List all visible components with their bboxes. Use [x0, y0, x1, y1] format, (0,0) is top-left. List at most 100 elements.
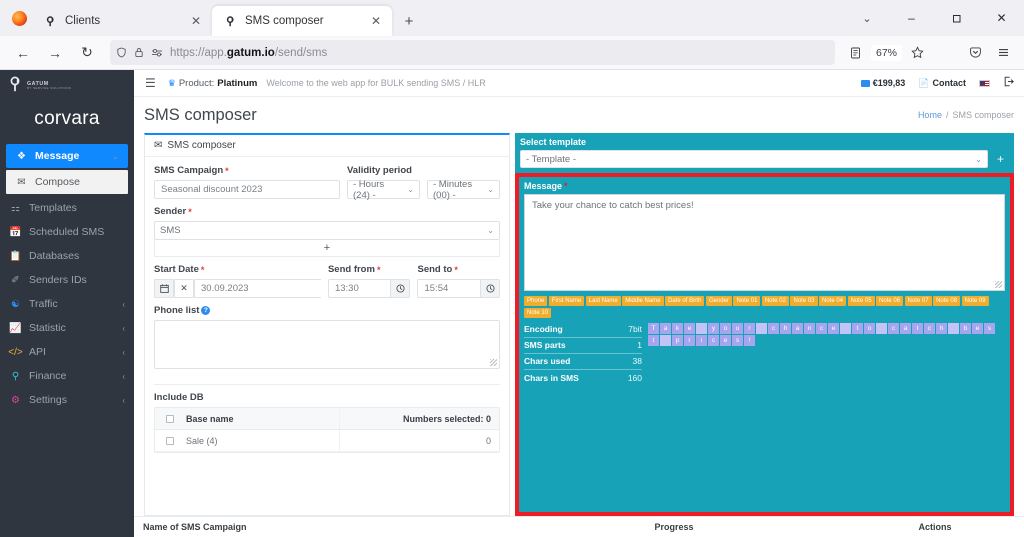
app-logo[interactable]: GATUM BY SERVICE SOLUTIONS [0, 70, 134, 98]
send-to-label: Send to* [417, 264, 500, 275]
logo-tagline: BY SERVICE SOLUTIONS [27, 87, 71, 90]
sidebar-item-databases[interactable]: 📋Databases [0, 244, 134, 268]
welcome-text: Welcome to the web app for BULK sending … [266, 78, 485, 88]
minimize-button[interactable]: – [889, 0, 934, 36]
contact-button[interactable]: 📄 Contact [918, 78, 966, 89]
add-sender-button[interactable]: + [154, 240, 500, 257]
breadcrumb: Home / SMS composer [918, 110, 1014, 120]
variable-tag[interactable]: Gender [706, 296, 732, 306]
variable-tag[interactable]: Note 07 [905, 296, 932, 306]
breadcrumb-current: SMS composer [952, 110, 1014, 120]
variable-tag[interactable]: Middle Name [622, 296, 663, 306]
navigation-toolbar: ← → ↻ https://app.gatum.io/send/sms 67% [0, 36, 1024, 70]
sidebar-item-senders-ids[interactable]: ✐Senders IDs [0, 268, 134, 292]
lock-icon[interactable] [134, 47, 144, 58]
us-flag-icon[interactable] [979, 80, 990, 87]
forward-icon[interactable]: → [40, 39, 70, 67]
close-icon[interactable]: ✕ [368, 13, 384, 29]
validity-hours-select[interactable]: - Hours (24) -⌄ [347, 180, 420, 199]
sidebar-item-settings[interactable]: ⚙Settings‹ [0, 388, 134, 412]
clock-icon[interactable] [480, 279, 500, 298]
start-date-input[interactable]: 30.09.2023 [194, 279, 321, 298]
database-table: Base name Numbers selected: 0 Sale (4) 0 [154, 407, 500, 453]
col-base-name: Base name [184, 414, 339, 424]
product-label: Product: [179, 78, 214, 89]
variable-tag[interactable]: Note 04 [819, 296, 846, 306]
sidebar-toggle-icon[interactable]: ☰ [142, 76, 159, 90]
star-icon[interactable] [904, 39, 930, 67]
variable-tag[interactable]: Note 05 [848, 296, 875, 306]
reader-mode-icon[interactable] [843, 39, 869, 67]
char-cell: a [660, 323, 671, 334]
variable-tag[interactable]: First Name [549, 296, 584, 306]
char-cell: y [708, 323, 719, 334]
chevron-down-icon[interactable]: ⌄ [845, 0, 889, 36]
clear-date-icon[interactable]: ✕ [174, 279, 194, 298]
close-window-button[interactable]: ✕ [979, 0, 1024, 36]
variable-tag[interactable]: Note 06 [876, 296, 903, 306]
clock-icon[interactable] [390, 279, 410, 298]
phone-list-textarea[interactable] [154, 320, 500, 369]
chevron-icon: ‹ [122, 324, 125, 333]
zoom-level-indicator[interactable]: 67% [871, 45, 902, 61]
template-select[interactable]: - Template -⌄ [520, 150, 988, 168]
sidebar-item-statistic[interactable]: 📈Statistic‹ [0, 316, 134, 340]
address-bar[interactable]: https://app.gatum.io/send/sms [110, 40, 835, 65]
variable-tag[interactable]: Note 03 [790, 296, 817, 306]
breadcrumb-home[interactable]: Home [918, 110, 942, 120]
sidebar-item-templates[interactable]: ⚏Templates [0, 196, 134, 220]
col-numbers-selected: Numbers selected: 0 [339, 408, 499, 429]
add-template-button[interactable]: + [992, 150, 1009, 168]
campaign-input[interactable]: Seasonal discount 2023 [154, 180, 340, 199]
variable-tag[interactable]: Note 09 [962, 296, 989, 306]
maximize-button[interactable] [934, 0, 979, 36]
char-cell: e [972, 323, 983, 334]
validity-minutes-select[interactable]: - Minutes (00) -⌄ [427, 180, 500, 199]
sidebar-item-api[interactable]: </>API‹ [0, 340, 134, 364]
char-cell [660, 335, 671, 346]
help-icon[interactable]: ? [201, 306, 210, 315]
back-icon[interactable]: ← [8, 39, 38, 67]
variable-tag[interactable]: Note 02 [762, 296, 789, 306]
variable-tag[interactable]: Note 08 [933, 296, 960, 306]
sidebar-item-label: Statistic [29, 322, 115, 334]
col-campaign-name: Name of SMS Campaign [143, 522, 493, 532]
variable-tag[interactable]: Last Name [586, 296, 621, 306]
browser-tab-sms-composer[interactable]: SMS composer ✕ [212, 6, 392, 36]
permissions-icon[interactable] [151, 47, 163, 58]
variable-tag[interactable]: Note 01 [733, 296, 760, 306]
browser-tab-clients[interactable]: Clients ✕ [32, 6, 212, 36]
browser-window: Clients ✕ SMS composer ✕ + ⌄ – ✕ ← → ↻ [0, 0, 1024, 537]
envelope-icon: ✉ [154, 140, 162, 151]
new-tab-button[interactable]: + [396, 8, 422, 34]
sidebar-item-traffic[interactable]: ☯Traffic‹ [0, 292, 134, 316]
phone-list-group: Phone list ? [154, 305, 500, 369]
sidebar-item-finance[interactable]: ⚲Finance‹ [0, 364, 134, 388]
stat-row: Chars used38 [524, 354, 642, 370]
sidebar-item-compose[interactable]: ✉Compose [6, 170, 128, 194]
message-stats-table: Encoding7bitSMS parts1Chars used38Chars … [524, 322, 642, 508]
col-actions: Actions [855, 522, 1015, 532]
reload-icon[interactable]: ↻ [72, 39, 102, 67]
close-icon[interactable]: ✕ [188, 13, 204, 29]
sender-select[interactable]: SMS⌄ [154, 221, 500, 240]
shield-icon[interactable] [116, 47, 127, 58]
pocket-icon[interactable] [962, 39, 988, 67]
send-from-input[interactable]: 13:30 [328, 279, 391, 298]
send-to-input[interactable]: 15:54 [417, 279, 480, 298]
variable-tag[interactable]: Phone [524, 296, 547, 306]
logout-icon[interactable] [1003, 76, 1014, 90]
row-checkbox[interactable] [155, 437, 184, 445]
select-all-checkbox[interactable] [155, 415, 184, 423]
message-textarea[interactable]: Take your chance to catch best prices! [524, 194, 1005, 291]
hamburger-menu-icon[interactable] [990, 39, 1016, 67]
table-row[interactable]: Sale (4) 0 [155, 430, 499, 452]
variable-tag[interactable]: Date of Birth [665, 296, 704, 306]
sidebar-item-message[interactable]: ❖Message⌄ [6, 144, 128, 168]
wallet-icon [861, 80, 870, 87]
balance-indicator[interactable]: €199,83 [861, 78, 906, 88]
calendar-icon[interactable] [154, 279, 174, 298]
variable-tag[interactable]: Note 10 [524, 308, 551, 318]
char-cell [696, 323, 707, 334]
sidebar-item-scheduled-sms[interactable]: 📅Scheduled SMS [0, 220, 134, 244]
